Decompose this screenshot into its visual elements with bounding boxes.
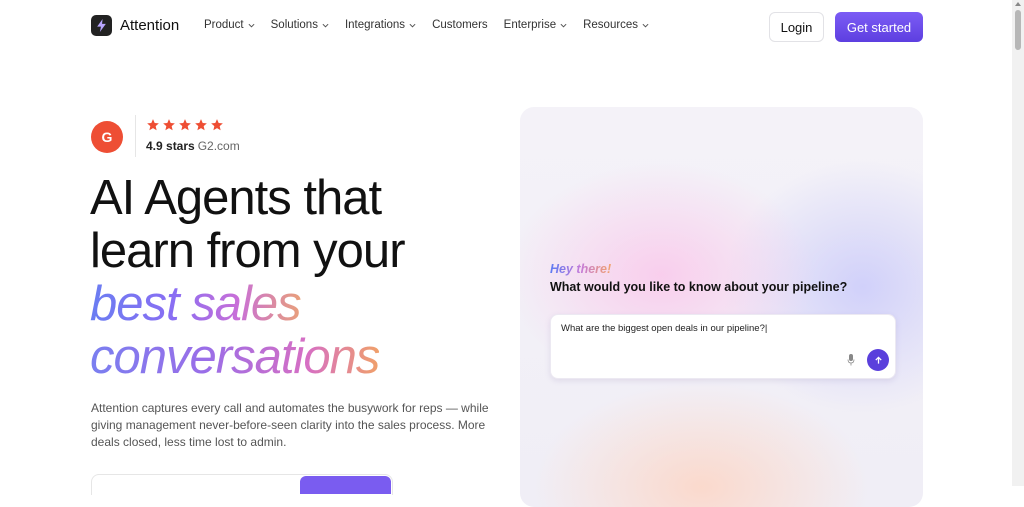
- chevron-down-icon: [560, 23, 567, 28]
- menu-label: Resources: [583, 19, 639, 31]
- brand-name: Attention: [120, 17, 180, 34]
- star-icon: [179, 119, 191, 131]
- brand-logo[interactable]: Attention: [91, 15, 179, 36]
- hero-description: Attention captures every call and automa…: [91, 401, 489, 449]
- page-scrollbar[interactable]: [1012, 0, 1024, 486]
- mic-icon[interactable]: [847, 354, 855, 366]
- chat-question: What would you like to know about your p…: [550, 280, 848, 294]
- menu-label: Solutions: [270, 19, 318, 31]
- chat-greeting: Hey there!: [550, 262, 612, 276]
- signup-button[interactable]: [300, 476, 391, 494]
- rating-text: 4.9 stars G2.com: [146, 139, 240, 153]
- chevron-down-icon: [642, 23, 649, 28]
- ai-chat-demo-panel: Hey there! What would you like to know a…: [520, 107, 923, 507]
- menu-label: Enterprise: [503, 19, 557, 31]
- star-rating: [146, 118, 224, 132]
- menu-customers[interactable]: Customers: [432, 19, 488, 31]
- menu-integrations[interactable]: Integrations: [345, 19, 416, 31]
- menu-product[interactable]: Product: [204, 19, 255, 31]
- headline-accent-1: best sales: [90, 277, 302, 331]
- star-icon: [163, 119, 175, 131]
- chevron-down-icon: [409, 23, 416, 28]
- headline-accent-2: conversations: [90, 330, 380, 384]
- scroll-up-arrow-icon[interactable]: [1015, 2, 1021, 6]
- rating-score: 4.9 stars: [146, 139, 195, 153]
- rating-source: G2.com: [197, 139, 240, 153]
- chat-input-text[interactable]: What are the biggest open deals in our p…: [561, 323, 767, 334]
- chat-input-box[interactable]: What are the biggest open deals in our p…: [550, 314, 896, 379]
- menu-label: Customers: [432, 19, 488, 31]
- menu-label: Integrations: [344, 19, 406, 31]
- login-button[interactable]: Login: [769, 12, 824, 42]
- lightning-icon: [91, 15, 112, 36]
- menu-resources[interactable]: Resources: [583, 19, 649, 31]
- get-started-button[interactable]: Get started: [835, 12, 923, 42]
- main-menu: Product Solutions Integrations Customers…: [204, 19, 649, 31]
- headline-line-2: learn from your: [90, 224, 406, 278]
- g2-logo: G: [91, 121, 123, 153]
- star-icon: [195, 119, 207, 131]
- star-icon: [147, 119, 159, 131]
- chevron-down-icon: [248, 23, 255, 28]
- top-navigation: Attention Product Solutions Integrations…: [0, 0, 1012, 54]
- headline-line-1: AI Agents that: [90, 171, 382, 225]
- star-icon: [211, 119, 223, 131]
- rating-divider: [135, 115, 136, 157]
- send-button[interactable]: [867, 349, 889, 371]
- arrow-up-icon: [874, 355, 882, 364]
- chevron-down-icon: [322, 23, 329, 28]
- menu-label: Product: [204, 19, 244, 31]
- menu-enterprise[interactable]: Enterprise: [504, 19, 567, 31]
- menu-solutions[interactable]: Solutions: [271, 19, 329, 31]
- scrollbar-thumb[interactable]: [1015, 10, 1021, 50]
